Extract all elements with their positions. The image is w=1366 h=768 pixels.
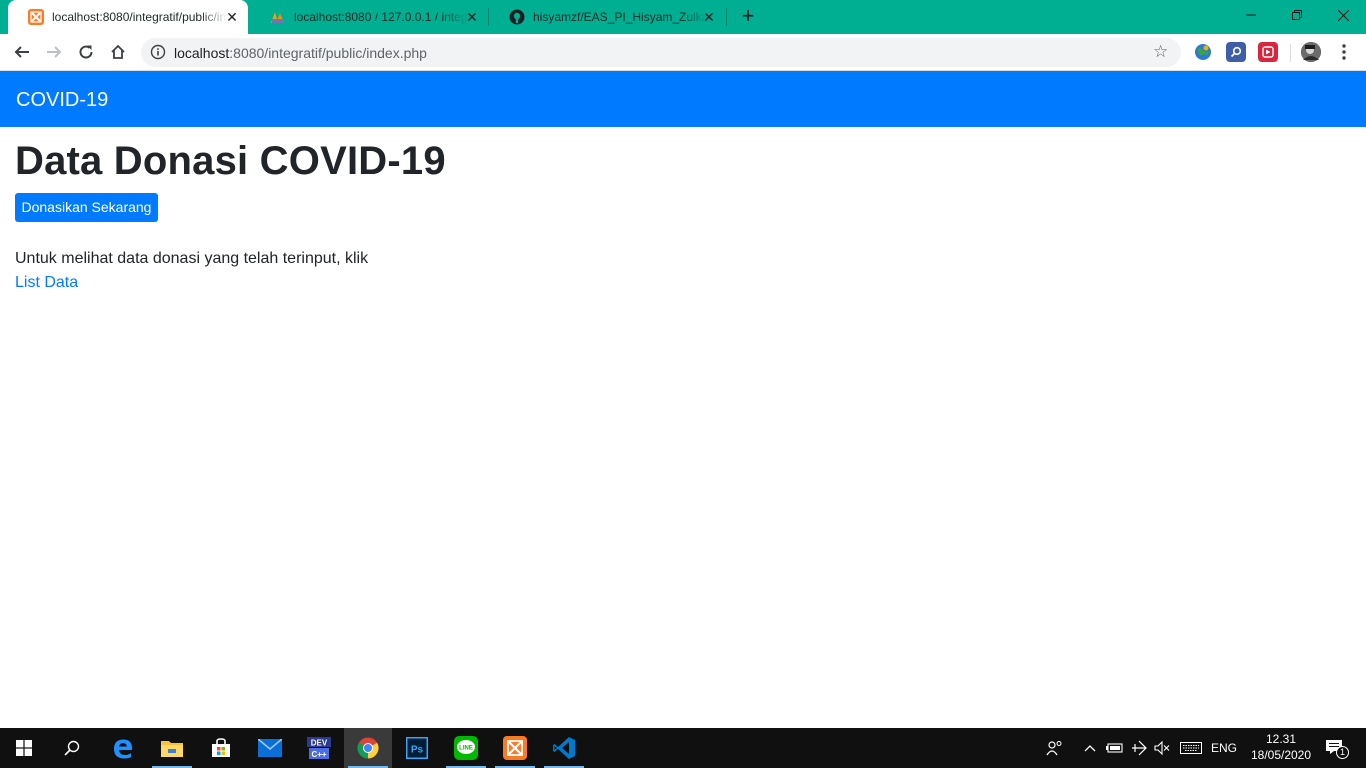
- taskbar: DEV C++ Ps LINE ENG 12.31 18/05/2020 1: [0, 728, 1366, 768]
- windows-start-icon[interactable]: [0, 728, 48, 768]
- edge-icon[interactable]: [99, 728, 147, 768]
- close-icon[interactable]: ✕: [224, 9, 240, 25]
- mail-icon[interactable]: [246, 728, 294, 768]
- back-button[interactable]: [8, 38, 36, 66]
- home-button[interactable]: [104, 38, 132, 66]
- url-host: localhost: [174, 45, 230, 61]
- line-icon[interactable]: LINE: [442, 728, 490, 768]
- reload-button[interactable]: [72, 38, 100, 66]
- volume-muted-icon[interactable]: [1152, 728, 1172, 768]
- notification-badge: 1: [1336, 746, 1349, 759]
- page-title: Data Donasi COVID-19: [15, 139, 446, 183]
- url-text: localhost:8080/integratif/public/index.p…: [174, 45, 427, 61]
- restore-button[interactable]: [1274, 0, 1320, 30]
- info-icon[interactable]: [150, 44, 166, 60]
- extension-video-icon[interactable]: [1258, 42, 1278, 62]
- xampp-icon: [28, 9, 44, 25]
- close-icon[interactable]: ✕: [464, 9, 480, 25]
- tab-title: hisyamzf/EAS_PI_Hisyam_Zulkarnain: [533, 10, 708, 24]
- language-indicator[interactable]: ENG: [1208, 728, 1240, 768]
- url-path: :8080/integratif/public/index.php: [229, 45, 427, 61]
- tab-active[interactable]: localhost:8080/integratif/public/index.p…: [8, 0, 248, 34]
- more-vert-icon: [1342, 44, 1346, 60]
- forward-button[interactable]: [40, 38, 68, 66]
- github-icon: [509, 9, 525, 25]
- browser-toolbar: localhost:8080/integratif/public/index.p…: [0, 34, 1366, 71]
- address-bar[interactable]: localhost:8080/integratif/public/index.p…: [141, 38, 1181, 67]
- toolbar-divider: [1290, 44, 1291, 62]
- tab-phpmyadmin[interactable]: localhost:8080 / 127.0.0.1 / integratif …: [250, 0, 488, 34]
- navbar: COVID-19: [0, 71, 1366, 127]
- file-explorer-icon[interactable]: [148, 728, 196, 768]
- close-icon[interactable]: ✕: [701, 9, 717, 25]
- minimize-button[interactable]: [1228, 0, 1274, 30]
- avatar[interactable]: [1301, 42, 1321, 62]
- notification-icon: 1: [1325, 739, 1349, 759]
- menu-button[interactable]: [1330, 38, 1358, 66]
- svg-text:LINE: LINE: [459, 746, 473, 752]
- navbar-brand[interactable]: COVID-19: [16, 89, 108, 111]
- clock-date: 18/05/2020: [1250, 748, 1312, 762]
- network-icon[interactable]: [1128, 728, 1150, 768]
- donate-now-button[interactable]: Donasikan Sekarang: [15, 193, 158, 222]
- arrow-left-icon: [14, 46, 29, 58]
- chevron-up-icon[interactable]: [1080, 728, 1100, 768]
- chrome-icon[interactable]: [344, 728, 392, 768]
- devcpp-icon[interactable]: DEV C++: [295, 728, 343, 768]
- home-icon: [111, 44, 125, 59]
- photoshop-icon[interactable]: Ps: [393, 728, 441, 768]
- tab-strip: localhost:8080/integratif/public/index.p…: [0, 0, 1366, 34]
- close-window-button[interactable]: [1320, 0, 1366, 30]
- clock-time: 12.31: [1265, 732, 1297, 746]
- notification-center-button[interactable]: 1: [1320, 728, 1350, 768]
- reload-icon: [79, 45, 93, 59]
- extension-search-icon[interactable]: [1226, 42, 1246, 62]
- vscode-icon[interactable]: [540, 728, 588, 768]
- svg-text:Ps: Ps: [411, 745, 424, 756]
- new-tab-button[interactable]: +: [736, 5, 760, 29]
- people-icon[interactable]: [1042, 728, 1068, 768]
- svg-text:C++: C++: [311, 750, 326, 759]
- tab-divider: [726, 8, 727, 26]
- phpmyadmin-icon: [270, 9, 286, 25]
- arrow-right-icon: [47, 46, 62, 58]
- battery-icon[interactable]: [1104, 728, 1126, 768]
- search-icon[interactable]: [48, 728, 96, 768]
- tab-github[interactable]: hisyamzf/EAS_PI_Hisyam_Zulkarnain ✕: [489, 0, 725, 34]
- tab-title: localhost:8080 / 127.0.0.1 / integratif: [294, 10, 469, 24]
- info-text: Untuk melihat data donasi yang telah ter…: [15, 250, 369, 267]
- keyboard-icon[interactable]: [1178, 728, 1204, 768]
- svg-text:DEV: DEV: [311, 739, 328, 748]
- store-icon[interactable]: [197, 728, 245, 768]
- list-data-link[interactable]: List Data: [15, 273, 78, 293]
- xampp-icon[interactable]: [491, 728, 539, 768]
- bookmark-star-icon[interactable]: ☆: [1153, 43, 1171, 61]
- tab-title: localhost:8080/integratif/public/index.p…: [52, 10, 227, 24]
- clock[interactable]: 12.31 18/05/2020: [1246, 731, 1316, 763]
- extension-globe-icon[interactable]: [1193, 42, 1213, 62]
